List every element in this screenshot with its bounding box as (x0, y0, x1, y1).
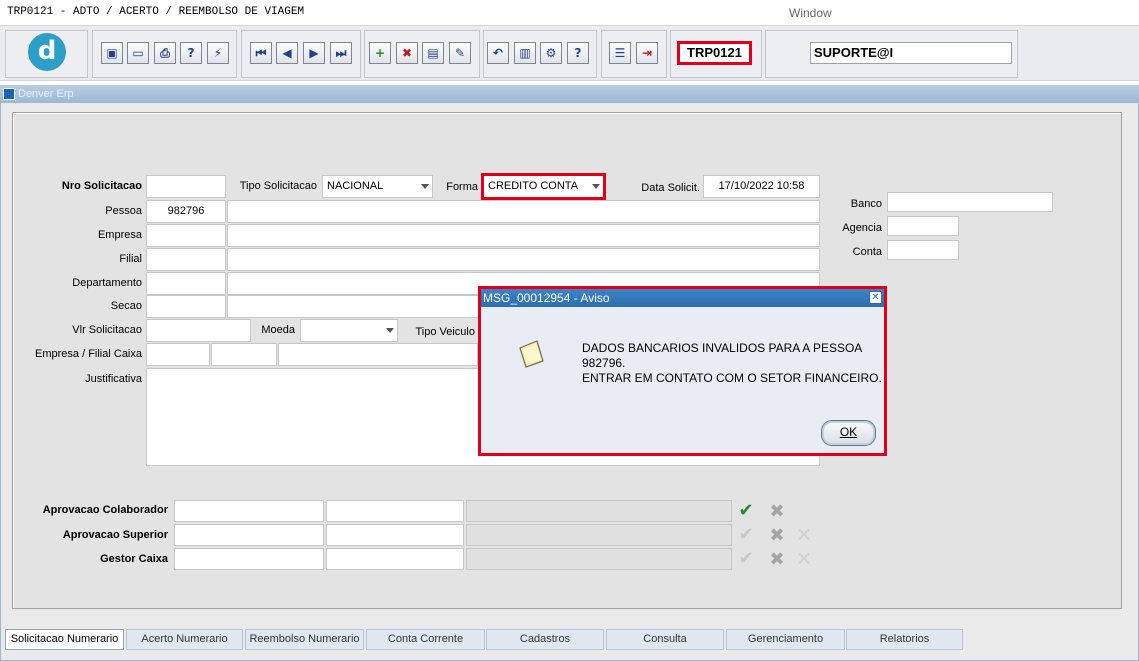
execute-icon[interactable]: ⚡ (207, 42, 229, 64)
approve-colaborador-icon[interactable]: ✔ (734, 499, 758, 521)
superior-obs-field (466, 524, 732, 546)
vlr-solicitacao-field[interactable] (146, 319, 251, 342)
pessoa-name-field[interactable] (227, 200, 820, 223)
next-record-icon[interactable]: ▶ (303, 42, 325, 64)
banco-field[interactable] (887, 192, 1053, 212)
dialog-highlight (478, 286, 887, 456)
duplicate-icon[interactable]: ▤ (422, 42, 444, 64)
last-record-icon[interactable]: ⏭ (330, 42, 352, 64)
conta-field[interactable] (887, 240, 959, 260)
prev-record-icon[interactable]: ◀ (276, 42, 298, 64)
moeda-select[interactable] (300, 319, 398, 342)
window-icon[interactable]: ▭ (127, 42, 149, 64)
tab-consulta[interactable]: Consulta (606, 629, 724, 650)
caixa-name-field[interactable] (278, 343, 478, 366)
query-icon[interactable]: ? (180, 42, 202, 64)
empresa-filial-caixa-label: Empresa / Filial Caixa (35, 348, 142, 360)
agencia-field[interactable] (887, 216, 959, 236)
cancel-superior-icon[interactable]: ✕ (792, 524, 816, 546)
form-code-box: TRP0121 (677, 41, 752, 65)
tipo-solicitacao-select[interactable]: NACIONAL (322, 175, 433, 198)
conta-label: Conta (852, 246, 882, 258)
insert-icon[interactable]: + (369, 42, 391, 64)
pessoa-code-field[interactable]: 982796 (146, 200, 226, 223)
cancel-gestor-icon[interactable]: ✕ (792, 548, 816, 570)
reject-superior-icon[interactable]: ✖ (765, 524, 789, 546)
vlr-solicitacao-label: Vlr Solicitacao (72, 324, 142, 336)
tipo-veiculo-label: Tipo Veiculo (415, 326, 475, 338)
tools-icon[interactable]: ⚙ (540, 42, 562, 64)
reject-gestor-icon[interactable]: ✖ (765, 548, 789, 570)
secao-code-field[interactable] (146, 295, 226, 318)
tab-acerto-numerario[interactable]: Acerto Numerario (126, 629, 243, 650)
colaborador-date-field[interactable] (326, 500, 464, 522)
user-field: SUPORTE@I (810, 42, 1012, 64)
tab-conta-corrente[interactable]: Conta Corrente (366, 629, 485, 650)
window-title: TRP0121 - ADTO / ACERTO / REEMBOLSO DE V… (7, 6, 305, 18)
tab-gerenciamento[interactable]: Gerenciamento (726, 629, 845, 650)
agencia-label: Agencia (842, 222, 882, 234)
banco-label: Banco (850, 198, 882, 210)
gestor-user-field[interactable] (174, 548, 324, 570)
tab-relatorios[interactable]: Relatorios (846, 629, 963, 650)
clear-icon[interactable]: ✎ (449, 42, 471, 64)
colaborador-obs-field (466, 500, 732, 522)
moeda-label: Moeda (261, 324, 295, 336)
secao-label: Secao (110, 300, 142, 312)
gestor-obs-field (466, 548, 732, 570)
tab-reembolso-numerario[interactable]: Reembolso Numerario (245, 629, 364, 650)
window-menu[interactable]: Window (789, 6, 832, 20)
empresa-caixa-field[interactable] (146, 343, 210, 366)
app-logo: d (28, 33, 66, 71)
data-solicit-label: Data Solicit. (641, 182, 700, 194)
chevron-down-icon (421, 184, 429, 189)
gestor-caixa-label: Gestor Caixa (100, 553, 168, 565)
empresa-label: Empresa (97, 229, 142, 241)
data-solicit-field[interactable]: 17/10/2022 10:58 (703, 175, 820, 198)
superior-user-field[interactable] (174, 524, 324, 546)
empresa-code-field[interactable] (146, 224, 226, 247)
delete-icon[interactable]: ✖ (396, 42, 418, 64)
tab-cadastros[interactable]: Cadastros (486, 629, 604, 650)
print-icon[interactable]: ⎙ (154, 42, 176, 64)
empresa-name-field[interactable] (227, 224, 820, 247)
tab-solicitacao-numerario[interactable]: Solicitacao Numerario (5, 629, 124, 650)
clipboard-icon[interactable]: ▥ (514, 42, 536, 64)
approve-superior-icon[interactable]: ✔ (734, 523, 758, 545)
aprovacao-superior-label: Aprovacao Superior (62, 529, 168, 541)
menu-icon[interactable]: ☰ (609, 42, 631, 64)
frame-title: Denver Erp (18, 88, 74, 100)
departamento-label: Departamento (72, 277, 142, 289)
help-icon[interactable]: ? (567, 42, 589, 64)
aprovacao-colaborador-label: Aprovacao Colaborador (42, 504, 168, 516)
nro-solicitacao-label: Nro Solicitacao (61, 180, 142, 192)
title-bar: TRP0121 - ADTO / ACERTO / REEMBOLSO DE V… (0, 0, 1139, 25)
approve-gestor-icon[interactable]: ✔ (734, 547, 758, 569)
exit-icon[interactable]: ⇥ (636, 42, 658, 64)
chevron-down-icon (386, 328, 394, 333)
first-record-icon[interactable]: ⏮ (250, 42, 272, 64)
pessoa-label: Pessoa (105, 205, 142, 217)
forma-label: Forma (446, 181, 478, 193)
filial-name-field[interactable] (227, 248, 820, 271)
reject-colaborador-icon[interactable]: ✖ (765, 500, 789, 522)
superior-date-field[interactable] (326, 524, 464, 546)
tipo-solicitacao-value: NACIONAL (327, 180, 384, 192)
nro-solicitacao-field[interactable] (146, 175, 226, 198)
gestor-date-field[interactable] (326, 548, 464, 570)
departamento-code-field[interactable] (146, 272, 226, 295)
justificativa-label: Justificativa (85, 373, 142, 385)
undo-icon[interactable]: ↶ (487, 42, 509, 64)
filial-label: Filial (119, 253, 142, 265)
colaborador-user-field[interactable] (174, 500, 324, 522)
save-icon[interactable]: ▣ (101, 42, 123, 64)
tipo-solicitacao-label: Tipo Solicitacao (239, 180, 317, 192)
forma-highlight (481, 173, 606, 200)
frame-icon (3, 88, 15, 100)
filial-code-field[interactable] (146, 248, 226, 271)
frame-header: Denver Erp (0, 85, 1139, 103)
filial-caixa-field[interactable] (211, 343, 277, 366)
